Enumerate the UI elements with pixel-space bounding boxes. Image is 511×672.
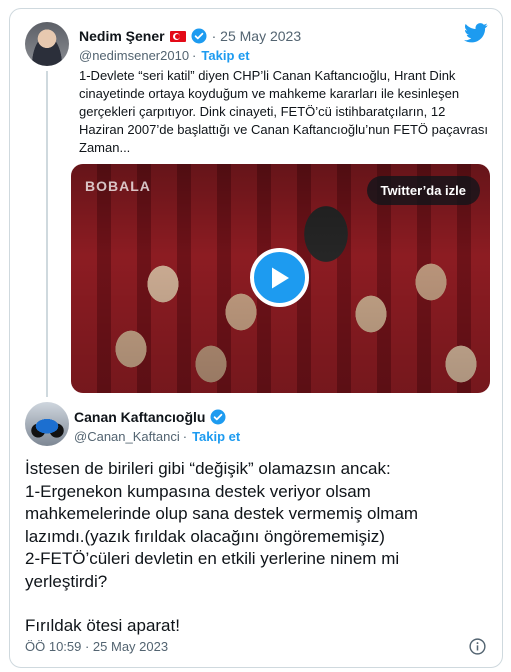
- verified-badge-icon: [210, 409, 226, 425]
- main-author-handle[interactable]: @Canan_Kaftanci: [74, 429, 180, 444]
- twitter-bird-icon[interactable]: [464, 23, 488, 43]
- separator-dot: ·: [192, 48, 197, 63]
- turkey-flag-icon: [169, 30, 186, 42]
- separator-dot: ·: [182, 429, 188, 444]
- main-text-line: mahkemelerinde olup sana destek vermemiş…: [25, 504, 419, 523]
- quoted-author-name[interactable]: Nedim Şener: [79, 28, 165, 44]
- play-icon: [271, 267, 289, 288]
- quoted-date-text: 25 May 2023: [220, 28, 302, 44]
- quoted-follow-button[interactable]: Takip et: [201, 48, 249, 63]
- video-thumbnail[interactable]: BOBALA Twitter’da izle: [71, 164, 490, 393]
- main-text-line: 1-Ergenekon kumpasına destek veriyor ols…: [25, 481, 371, 501]
- main-follow-button[interactable]: Takip et: [192, 429, 240, 444]
- main-text-line: yerleştirdi?: [25, 571, 108, 591]
- quoted-text-line: gerçekleri çarpıtıyor. Dink cinayeti, FE…: [79, 104, 446, 119]
- quoted-tweet-text[interactable]: 1-Devlete “seri katil” diyen CHP’li Cana…: [79, 67, 489, 157]
- embedded-tweet-card: Nedim Şener · 25 May 2023 @nedimsener201…: [9, 8, 503, 668]
- thread-connector-line: [46, 71, 48, 397]
- watch-on-twitter-button[interactable]: Twitter’da izle: [366, 176, 480, 205]
- main-text-line: 2-FETÖ’cüleri devletin en etkili yerleri…: [25, 549, 400, 568]
- quoted-text-line: 1-Devlete “seri katil” diyen CHP’li Cana…: [79, 68, 456, 83]
- quoted-handle-row: @nedimsener2010 · Takip et: [79, 48, 250, 63]
- main-author-avatar[interactable]: [25, 402, 69, 446]
- info-icon[interactable]: [469, 638, 486, 655]
- main-text-line: Fırıldak ötesi aparat!: [25, 616, 180, 635]
- play-button[interactable]: [250, 248, 309, 307]
- quoted-author-row: Nedim Şener · 25 May 2023: [79, 26, 301, 46]
- main-text-line: lazımdı.(yazık fırıldak olacağını öngöre…: [25, 526, 385, 546]
- quoted-author-handle[interactable]: @nedimsener2010: [79, 48, 189, 63]
- main-text-line: İstesen de birileri gibi “değişik” olama…: [25, 459, 391, 478]
- main-handle-row: @Canan_Kaftanci · Takip et: [74, 429, 240, 444]
- quoted-text-line: Zaman...: [79, 140, 131, 155]
- quoted-tweet-date[interactable]: · 25 May 2023: [212, 28, 302, 44]
- video-watermark-logo: BOBALA: [85, 178, 151, 194]
- quoted-text-line: Haziran 2007’de başlattığı ve Canan Kaft…: [79, 122, 489, 137]
- quoted-author-avatar[interactable]: [25, 22, 69, 66]
- main-author-row: Canan Kaftancıoğlu: [74, 407, 226, 427]
- tweet-timestamp[interactable]: ÖÖ 10:59 · 25 May 2023: [25, 639, 168, 654]
- main-tweet-text: İstesen de birileri gibi “değişik” olama…: [25, 458, 495, 638]
- verified-badge-icon: [191, 28, 207, 44]
- main-author-name[interactable]: Canan Kaftancıoğlu: [74, 409, 205, 425]
- quoted-text-line: cinayetinde ortaya koyduğum ve mahkeme k…: [79, 86, 460, 101]
